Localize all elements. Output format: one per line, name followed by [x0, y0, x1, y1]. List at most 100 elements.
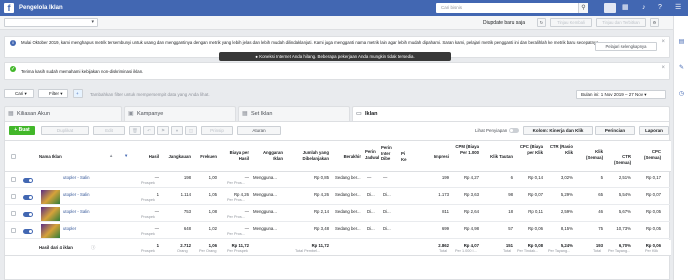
date-range-button[interactable]: Bulan ini: 1 Nov 2019 – 27 Nov ▾ — [576, 90, 666, 99]
review-button[interactable]: Tinjau Kembali — [550, 18, 592, 27]
ad-name[interactable]: utopler - Salin — [63, 192, 90, 197]
grid-icon: ▦ — [242, 111, 248, 117]
settings-gear-icon[interactable]: ⚙ — [650, 18, 659, 27]
tab-campaigns[interactable]: ▣ Kampanye — [124, 106, 236, 121]
col-ends[interactable]: Berakhir — [333, 154, 361, 160]
overview-icon: ▦ — [8, 111, 14, 117]
facebook-logo-icon[interactable]: f — [4, 3, 14, 13]
row-checkbox[interactable] — [11, 228, 16, 233]
learn-more-button[interactable]: Pelajari selengkapnya — [595, 42, 657, 51]
tag-icon[interactable]: ⚑ — [157, 126, 169, 135]
table-row[interactable]: utopler — 648 1,02 — Mengguna... Rp 3,48 Sedang… — [5, 223, 671, 239]
result-sub: Prospek — [141, 232, 155, 236]
col-ctr-all[interactable]: CTR (Semua) — [607, 154, 631, 165]
ad-name[interactable]: utopler - Salin — [63, 175, 90, 180]
bell-icon[interactable]: ♪ — [642, 3, 646, 13]
ad-status-toggle[interactable] — [23, 178, 33, 183]
col-cpc[interactable]: CPC (Biaya per Klik — [515, 144, 543, 155]
sum-cpc: Rp 0,08 — [527, 243, 543, 248]
ad-name[interactable]: utopler — [63, 226, 76, 231]
account-selector[interactable]: ▾ — [4, 18, 98, 27]
duplicate-button[interactable]: Duplikat — [41, 126, 89, 135]
policy-text: Terima kasih sudah memahami kebijakan no… — [21, 69, 144, 74]
row-checkbox[interactable] — [11, 211, 16, 216]
table-row[interactable]: utopler - Salin — 753 1,08 — Mengguna... Rp 2,… — [5, 206, 671, 222]
history-icon[interactable]: ◷ — [677, 90, 686, 99]
filter-button[interactable]: Filter ▾ — [38, 89, 68, 98]
row-checkbox[interactable] — [11, 194, 16, 199]
col-link-clicks[interactable]: Klik Tautan — [483, 154, 513, 160]
col-result[interactable]: Hasil — [145, 154, 159, 160]
tab-adsets[interactable]: ▦ Set Iklan — [238, 106, 350, 121]
col-cost-per-result[interactable]: Biaya per Hasil — [221, 150, 249, 161]
breakdown-dropdown[interactable]: Perincian — [595, 126, 635, 135]
result-sub: Prospek — [141, 215, 155, 219]
col-budget[interactable]: Anggaran Iklan — [253, 150, 283, 161]
table-header: Nama Iklan ▲ ▾ Hasil Jangkauan Frekuen B… — [5, 140, 671, 172]
publish-button[interactable]: Tinjau dan Terbitkan — [596, 18, 646, 27]
ad-thumbnail[interactable] — [41, 207, 60, 221]
cell-cpm: Rp 3,63 — [463, 192, 479, 197]
col-schedule[interactable]: Perin Jadwal — [365, 149, 379, 160]
tab-ads[interactable]: ▭ Iklan — [352, 106, 670, 121]
ad-name[interactable]: utopler - Salin — [63, 209, 90, 214]
tab-account-overview[interactable]: ▦ Kiliasan Akun — [4, 106, 122, 121]
preview-icon[interactable]: ◫ — [185, 126, 197, 135]
rules-button[interactable]: Prinsip — [201, 126, 233, 135]
cell-spent: Rp 2,14 — [313, 209, 329, 214]
col-interval[interactable]: Perin Inter Dibe — [381, 145, 395, 162]
col-reach[interactable]: Jangkauan — [163, 154, 191, 160]
ad-status-toggle[interactable] — [23, 195, 33, 200]
col-clicks-all[interactable]: Klik (Semua) — [579, 149, 603, 160]
add-filter-button[interactable]: + — [73, 89, 83, 98]
col-frequency[interactable]: Frekuen — [195, 154, 217, 160]
ad-thumbnail[interactable] — [41, 224, 60, 238]
refresh-button[interactable]: ↻ — [537, 18, 546, 27]
table-row[interactable]: utopler - Salin — 198 1,00 — Mengguna... Rp 0,… — [5, 172, 671, 188]
help-icon[interactable]: ? — [658, 3, 662, 13]
table-row[interactable]: utopler - Salin 1 1.114 1,05 Rp 4,26 Mengguna… — [5, 189, 671, 205]
business-search-input[interactable]: Cari bisnis ⚲ — [436, 3, 588, 13]
view-setup-toggle[interactable] — [509, 128, 519, 133]
sum-reach-sub: Orang — [177, 249, 188, 253]
cell-reach: 1.114 — [180, 192, 191, 197]
sort-icon[interactable]: ▾ — [125, 153, 127, 159]
menu-icon[interactable]: ☰ — [675, 3, 681, 13]
filter-placeholder[interactable]: Tambahkan filter untuk mempersempit data… — [90, 92, 210, 97]
cell-cost: — — [244, 226, 249, 231]
columns-dropdown[interactable]: Kolom: Kinerja dan Klik — [523, 126, 593, 135]
ad-thumbnail[interactable] — [41, 190, 60, 204]
close-icon[interactable]: × — [661, 65, 665, 71]
undo-icon[interactable]: ↶ — [143, 126, 155, 135]
cell-link: 98 — [508, 192, 513, 197]
lock-icon[interactable]: ● — [171, 126, 183, 135]
search-icon[interactable]: ⚲ — [578, 3, 588, 13]
ad-status-toggle[interactable] — [23, 229, 33, 234]
cell-cpc2: Rp 0,05 — [645, 226, 661, 231]
search-button[interactable]: Cari ▾ — [4, 89, 34, 98]
avatar[interactable] — [604, 3, 616, 13]
grid-icon[interactable]: ▦ — [622, 3, 629, 13]
rules-dropdown[interactable]: Aturan — [237, 126, 281, 135]
col-cpm[interactable]: CPM (Biaya Per 1.000 — [451, 144, 479, 155]
col-k[interactable]: Pi Ke — [401, 151, 409, 162]
cell-end: Sedang ber... — [335, 209, 361, 214]
edit-icon[interactable]: ✎ — [677, 64, 686, 73]
col-amount-spent[interactable]: Jumlah yang Dibelanjakan — [289, 150, 329, 161]
reports-dropdown[interactable]: Laporan — [639, 126, 669, 135]
col-cpc-all[interactable]: CPC (Semua) — [637, 149, 661, 160]
cell-s2: — — [383, 175, 388, 180]
notice-text-2: pengganti ini dan beralihlah ke metrik b… — [494, 40, 600, 45]
close-icon[interactable]: × — [661, 39, 665, 45]
create-button[interactable]: + Buat — [9, 126, 35, 135]
edit-button[interactable]: Edit — [93, 126, 125, 135]
col-ctr[interactable]: CTR (Rasio Klik — [547, 144, 573, 155]
cell-cpc: Rp 0,06 — [527, 226, 543, 231]
col-impressions[interactable]: Impresi — [421, 154, 449, 160]
trash-icon[interactable]: 🗑 — [129, 126, 141, 135]
ad-status-toggle[interactable] — [23, 212, 33, 217]
select-all-checkbox[interactable] — [11, 154, 16, 159]
row-checkbox[interactable] — [11, 177, 16, 182]
col-name[interactable]: Nama Iklan — [39, 154, 62, 160]
chart-icon[interactable]: ▤ — [677, 38, 686, 47]
